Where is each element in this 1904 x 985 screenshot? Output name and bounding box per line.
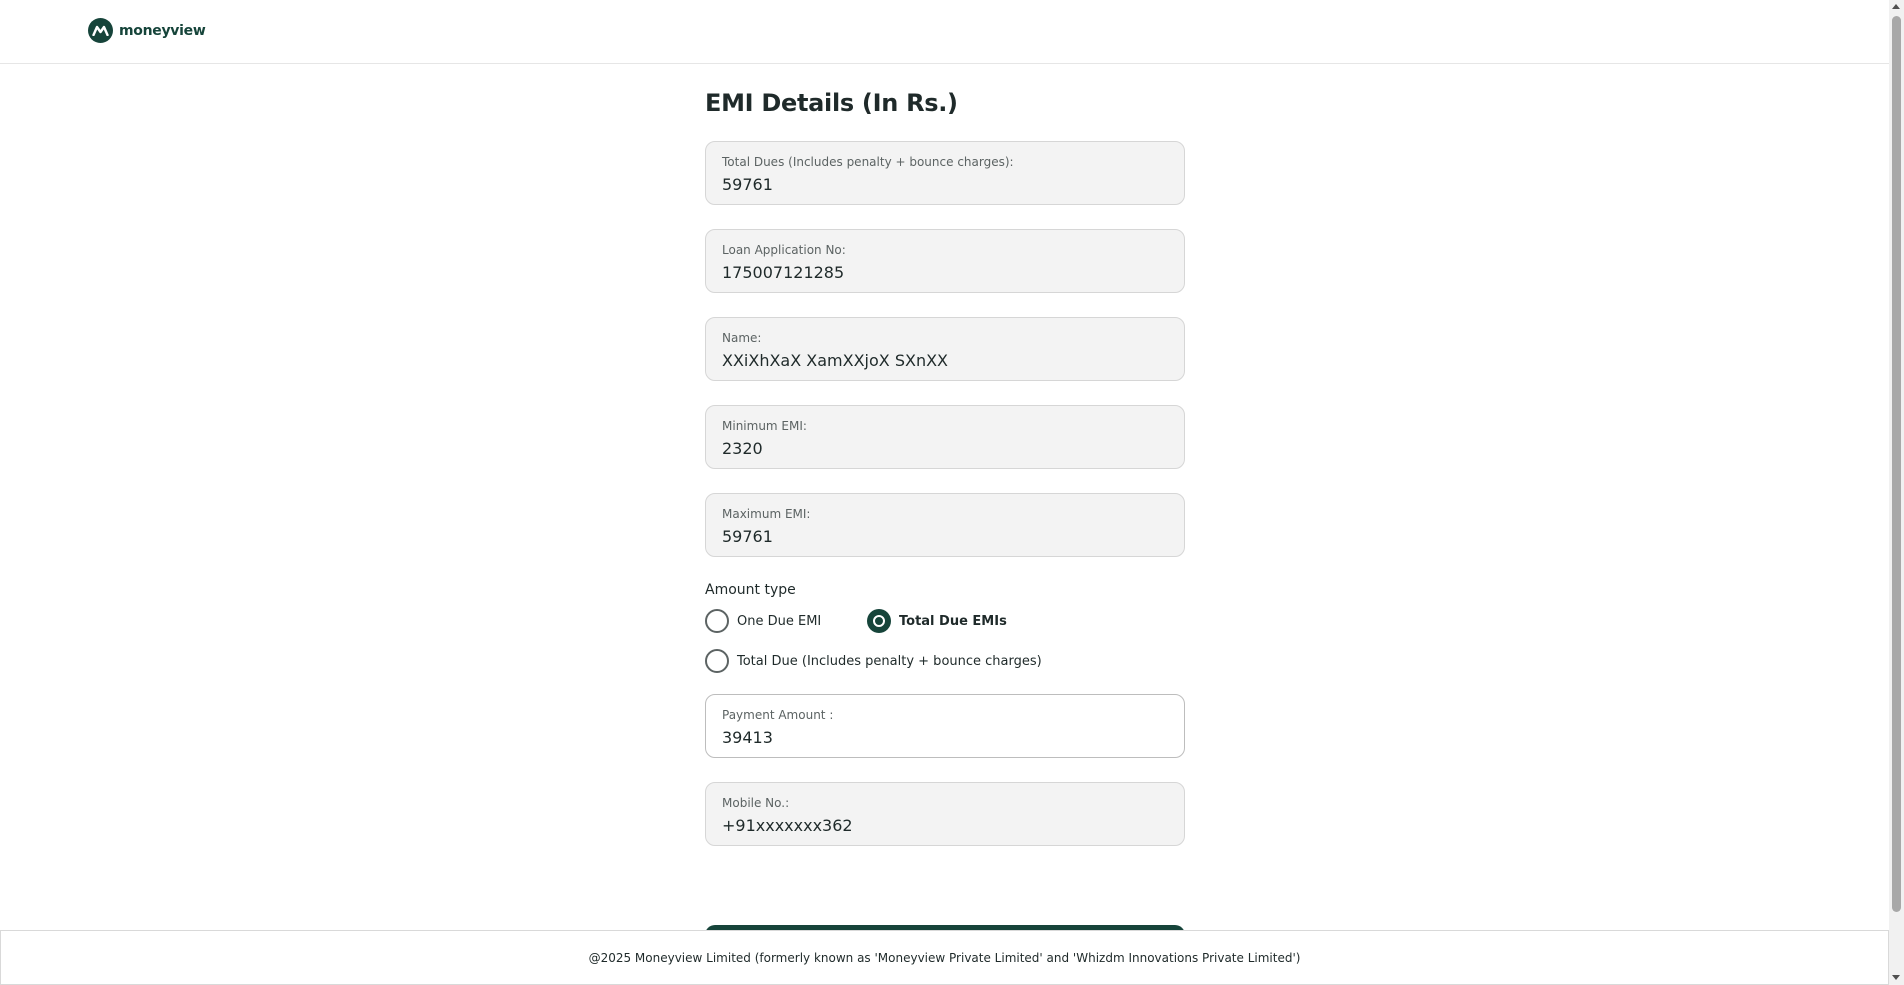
mobile-no-field: Mobile No.: +91xxxxxxx362	[705, 782, 1185, 846]
radio-unchecked-icon[interactable]	[705, 649, 729, 673]
footer: @2025 Moneyview Limited (formerly known …	[0, 930, 1889, 985]
name-field: Name: XXiXhXaX XamXXjoX SXnXX	[705, 317, 1185, 381]
loan-application-no-field: Loan Application No: 175007121285	[705, 229, 1185, 293]
radio-total-due-emis[interactable]: Total Due EMIs	[867, 609, 1007, 633]
field-value: 59761	[722, 527, 773, 546]
field-label: Maximum EMI:	[722, 507, 811, 521]
radio-row: Total Due (Includes penalty + bounce cha…	[705, 649, 1185, 673]
radio-row: One Due EMI Total Due EMIs	[705, 609, 1185, 633]
moneyview-logo-icon	[88, 18, 113, 43]
emi-details-form: EMI Details (In Rs.) Total Dues (Include…	[705, 63, 1185, 870]
logo-text: moneyview	[119, 22, 206, 39]
page-title: EMI Details (In Rs.)	[705, 89, 958, 117]
details-fields: Total Dues (Includes penalty + bounce ch…	[705, 141, 1185, 557]
field-value: XXiXhXaX XamXXjoX SXnXX	[722, 351, 949, 370]
field-label: Name:	[722, 331, 762, 345]
amount-type-label: Amount type	[705, 582, 796, 598]
payment-amount-input[interactable]: Payment Amount : 39413	[705, 694, 1185, 758]
field-value: 175007121285	[722, 263, 845, 282]
payment-fields: Payment Amount : 39413 Mobile No.: +91xx…	[705, 694, 1185, 846]
maximum-emi-field: Maximum EMI: 59761	[705, 493, 1185, 557]
radio-label: One Due EMI	[737, 613, 822, 629]
field-value: 2320	[722, 439, 763, 458]
scroll-down-arrow-icon[interactable]	[1892, 975, 1900, 980]
radio-label: Total Due EMIs	[899, 613, 1007, 629]
radio-total-due-with-charges[interactable]: Total Due (Includes penalty + bounce cha…	[705, 649, 1042, 673]
field-value: 59761	[722, 175, 773, 194]
amount-type-group: Amount type One Due EMI Total Due EMIs T…	[705, 581, 1185, 673]
radio-unchecked-icon[interactable]	[705, 609, 729, 633]
field-label: Mobile No.:	[722, 796, 790, 810]
minimum-emi-field: Minimum EMI: 2320	[705, 405, 1185, 469]
vertical-scrollbar[interactable]	[1889, 0, 1904, 985]
radio-checked-icon[interactable]	[867, 609, 891, 633]
field-label: Loan Application No:	[722, 243, 846, 257]
moneyview-logo[interactable]: moneyview	[88, 18, 206, 43]
field-label: Payment Amount :	[722, 708, 834, 722]
field-value: +91xxxxxxx362	[722, 816, 853, 835]
top-header: moneyview	[0, 0, 1889, 64]
radio-one-due-emi[interactable]: One Due EMI	[705, 609, 867, 633]
total-dues-field: Total Dues (Includes penalty + bounce ch…	[705, 141, 1185, 205]
field-label: Minimum EMI:	[722, 419, 807, 433]
scroll-up-arrow-icon[interactable]	[1892, 4, 1900, 9]
field-label: Total Dues (Includes penalty + bounce ch…	[722, 155, 1014, 169]
field-value[interactable]: 39413	[722, 728, 1168, 748]
scrollbar-thumb[interactable]	[1892, 16, 1901, 912]
footer-copyright: @2025 Moneyview Limited (formerly known …	[588, 950, 1301, 965]
radio-label: Total Due (Includes penalty + bounce cha…	[737, 653, 1042, 669]
